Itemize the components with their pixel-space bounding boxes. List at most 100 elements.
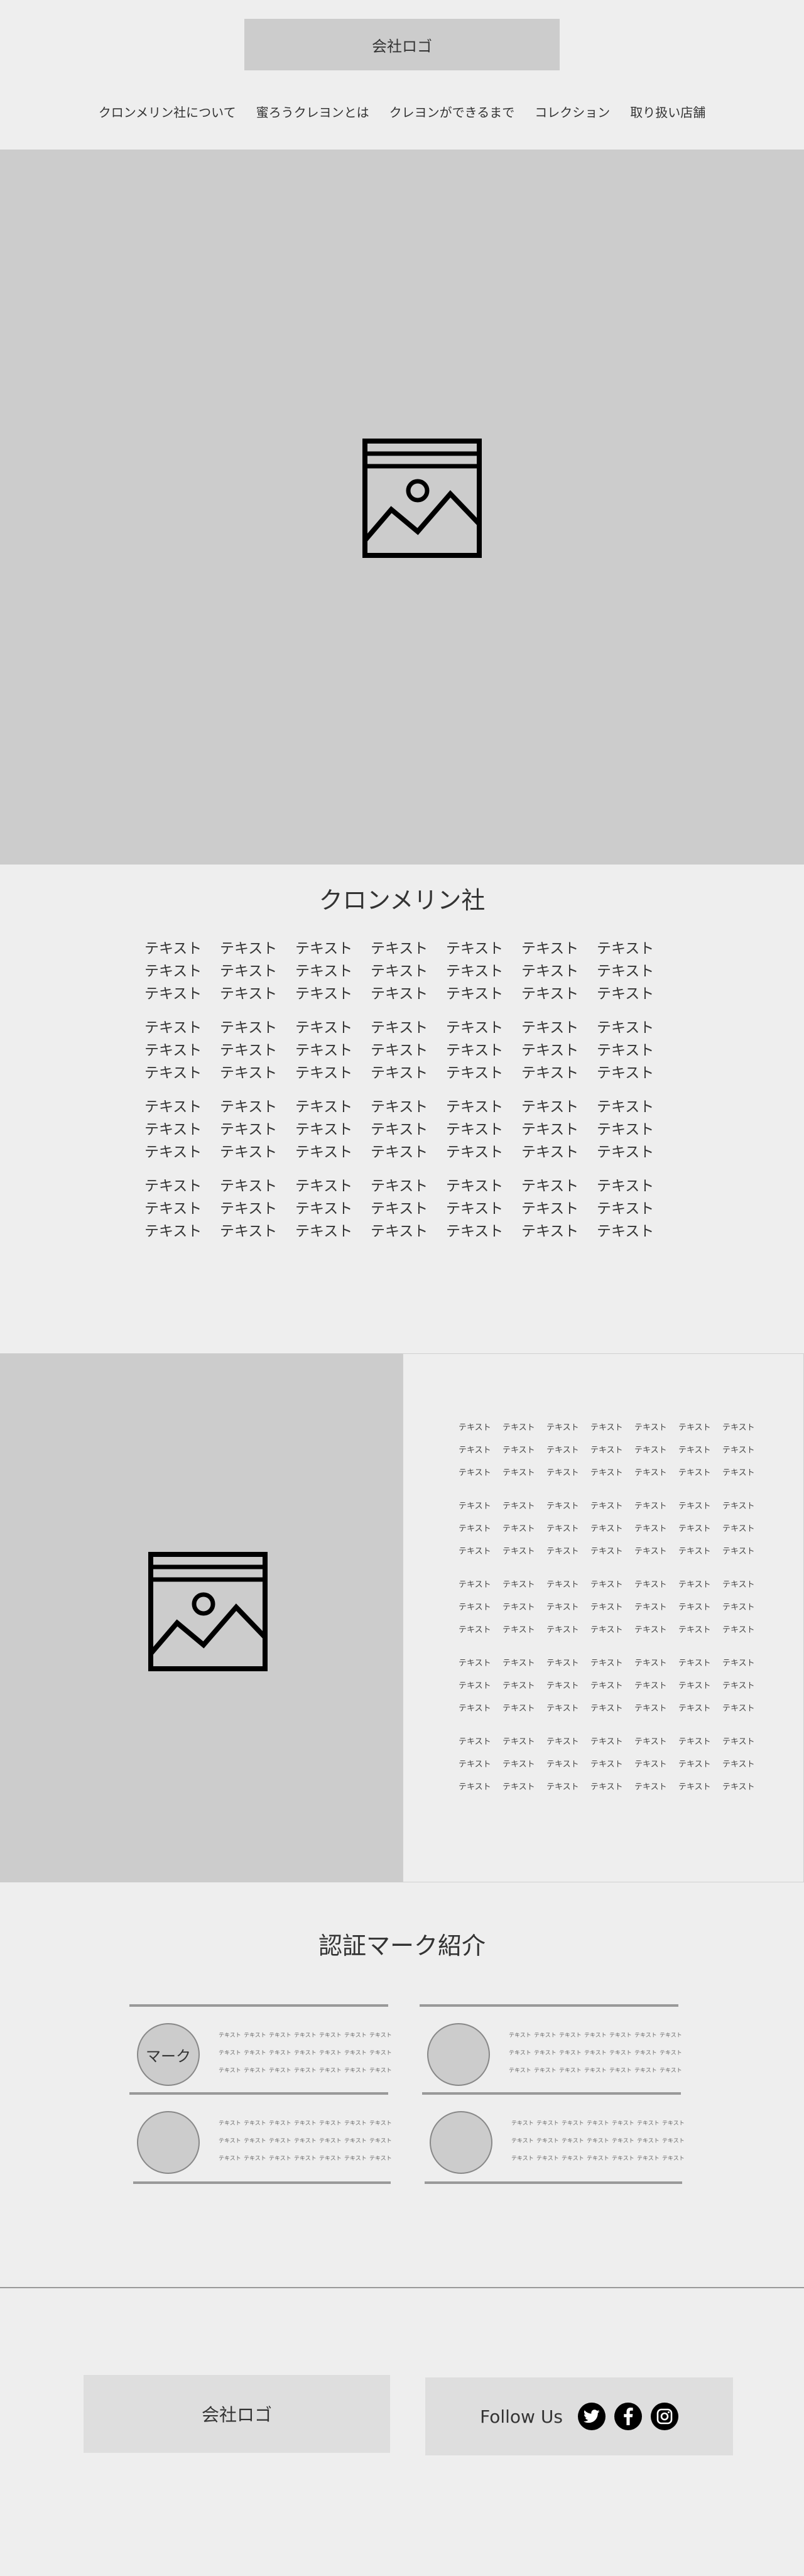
card-divider [420, 2004, 678, 2007]
text-row: テキスト テキスト テキスト テキスト テキスト テキスト テキスト [144, 1118, 672, 1141]
certification-mark [427, 2023, 490, 2086]
about-title: クロンメリン社 [318, 887, 486, 914]
nav-item-beeswax-crayon[interactable]: 蜜ろうクレヨンとは [246, 102, 379, 121]
placeholder-text: テキスト [295, 1201, 353, 1217]
placeholder-text: テキスト [590, 1524, 623, 1534]
placeholder-text: テキスト [144, 1144, 202, 1160]
placeholder-text: テキスト [446, 986, 504, 1002]
facebook-icon[interactable] [614, 2403, 642, 2430]
text-row: テキスト テキスト テキスト テキスト テキスト テキスト テキスト [144, 960, 672, 983]
placeholder-text: テキスト [371, 1144, 428, 1160]
text-row: テキスト テキスト テキスト テキスト テキスト テキスト テキスト [144, 983, 672, 1005]
card-divider [422, 2092, 681, 2095]
text-row: テキスト テキスト テキスト テキスト テキスト テキスト テキスト [459, 1439, 766, 1462]
placeholder-text: テキスト [295, 963, 353, 980]
placeholder-text: テキスト [546, 1468, 579, 1478]
placeholder-text: テキスト [244, 2050, 266, 2056]
placeholder-text: テキスト [722, 1737, 755, 1747]
placeholder-text: テキスト [295, 1042, 353, 1059]
placeholder-text: テキスト [722, 1446, 755, 1455]
text-row: テキスト テキスト テキスト テキスト テキスト テキスト テキスト [509, 2062, 685, 2080]
nav-item-collection[interactable]: コレクション [524, 102, 620, 121]
placeholder-text: テキスト [634, 1681, 667, 1691]
placeholder-text: テキスト [509, 2068, 531, 2074]
placeholder-text: テキスト [722, 1782, 755, 1792]
placeholder-text: テキスト [634, 1659, 667, 1668]
placeholder-text: テキスト [722, 1625, 755, 1635]
placeholder-text: テキスト [244, 2033, 266, 2039]
placeholder-text: テキスト [503, 1760, 535, 1769]
placeholder-text: テキスト [511, 2138, 534, 2144]
placeholder-text: テキスト [597, 986, 655, 1002]
placeholder-text: テキスト [446, 1099, 504, 1115]
placeholder-text: テキスト [220, 1178, 278, 1194]
placeholder-text: テキスト [295, 1065, 353, 1081]
card-divider [129, 2092, 388, 2095]
text-row: テキスト テキスト テキスト テキスト テキスト テキスト テキスト [219, 2115, 394, 2132]
placeholder-text: テキスト [144, 986, 202, 1002]
certification-card: テキスト テキスト テキスト テキスト テキスト テキスト テキスト テキスト テキスト テキスト… [129, 2092, 392, 2180]
placeholder-text: テキスト [219, 2138, 241, 2144]
certification-section: 認証マーク紹介 マーク テキスト テキスト テキスト テキスト テキスト テキスト テキスト… [0, 1882, 804, 2287]
placeholder-text: テキスト [319, 2120, 342, 2127]
nav-item-about-company[interactable]: クロンメリン社について [89, 102, 246, 121]
placeholder-text: テキスト [597, 1178, 655, 1194]
placeholder-text: テキスト [546, 1502, 579, 1511]
placeholder-text: テキスト [634, 1760, 667, 1769]
placeholder-text: テキスト [503, 1547, 535, 1556]
placeholder-text: テキスト [597, 1042, 655, 1059]
placeholder-text: テキスト [590, 1782, 623, 1792]
text-row: テキスト テキスト テキスト テキスト テキスト テキスト テキスト [219, 2062, 394, 2080]
placeholder-text: テキスト [503, 1524, 535, 1534]
placeholder-text: テキスト [590, 1603, 623, 1612]
text-row: テキスト テキスト テキスト テキスト テキスト テキスト テキスト [459, 1462, 766, 1485]
placeholder-text: テキスト [562, 2138, 584, 2144]
placeholder-text: テキスト [546, 1625, 579, 1635]
placeholder-text: テキスト [678, 1760, 711, 1769]
placeholder-text: テキスト [344, 2156, 367, 2162]
placeholder-text: テキスト [371, 963, 428, 980]
placeholder-text: テキスト [459, 1782, 491, 1792]
certification-mark [430, 2111, 492, 2174]
placeholder-text: テキスト [319, 2033, 342, 2039]
placeholder-text: テキスト [294, 2033, 317, 2039]
placeholder-text: テキスト [597, 1020, 655, 1036]
placeholder-text: テキスト [562, 2156, 584, 2162]
placeholder-text: テキスト [678, 1580, 711, 1590]
placeholder-text: テキスト [503, 1782, 535, 1792]
placeholder-text: テキスト [722, 1580, 755, 1590]
twitter-icon[interactable] [577, 2403, 606, 2430]
placeholder-text: テキスト [144, 1178, 202, 1194]
placeholder-text: テキスト [295, 1223, 353, 1240]
company-logo[interactable]: 会社ロゴ [244, 19, 560, 70]
placeholder-text: テキスト [590, 1547, 623, 1556]
placeholder-text: テキスト [144, 1065, 202, 1081]
footer-company-logo[interactable]: 会社ロゴ [84, 2375, 390, 2453]
card-text: テキスト テキスト テキスト テキスト テキスト テキスト テキスト テキスト テキスト テキスト… [509, 2027, 685, 2080]
placeholder-text: テキスト [546, 1524, 579, 1534]
placeholder-text: テキスト [521, 963, 579, 980]
nav-item-stores[interactable]: 取り扱い店舗 [620, 102, 715, 121]
card-text: テキスト テキスト テキスト テキスト テキスト テキスト テキスト テキスト テキスト テキスト… [219, 2115, 394, 2168]
placeholder-text: テキスト [521, 1178, 579, 1194]
placeholder-text: テキスト [634, 1423, 667, 1433]
placeholder-text: テキスト [371, 1122, 428, 1138]
placeholder-text: テキスト [319, 2050, 342, 2056]
placeholder-text: テキスト [503, 1737, 535, 1747]
placeholder-text: テキスト [637, 2120, 660, 2127]
placeholder-text: テキスト [678, 1502, 711, 1511]
instagram-icon[interactable] [650, 2403, 678, 2430]
placeholder-text: テキスト [244, 2138, 266, 2144]
placeholder-text: テキスト [369, 2033, 392, 2039]
certification-mark [137, 2111, 200, 2174]
placeholder-text: テキスト [634, 1603, 667, 1612]
text-row: テキスト テキスト テキスト テキスト テキスト テキスト テキスト [459, 1698, 766, 1720]
card-text: テキスト テキスト テキスト テキスト テキスト テキスト テキスト テキスト テキスト テキスト… [511, 2115, 687, 2168]
placeholder-text: テキスト [459, 1547, 491, 1556]
nav-item-production[interactable]: クレヨンができるまで [379, 102, 525, 121]
placeholder-text: テキスト [678, 1782, 711, 1792]
placeholder-text: テキスト [722, 1524, 755, 1534]
placeholder-text: テキスト [269, 2033, 291, 2039]
placeholder-text: テキスト [269, 2068, 291, 2074]
card-divider [133, 2181, 391, 2184]
